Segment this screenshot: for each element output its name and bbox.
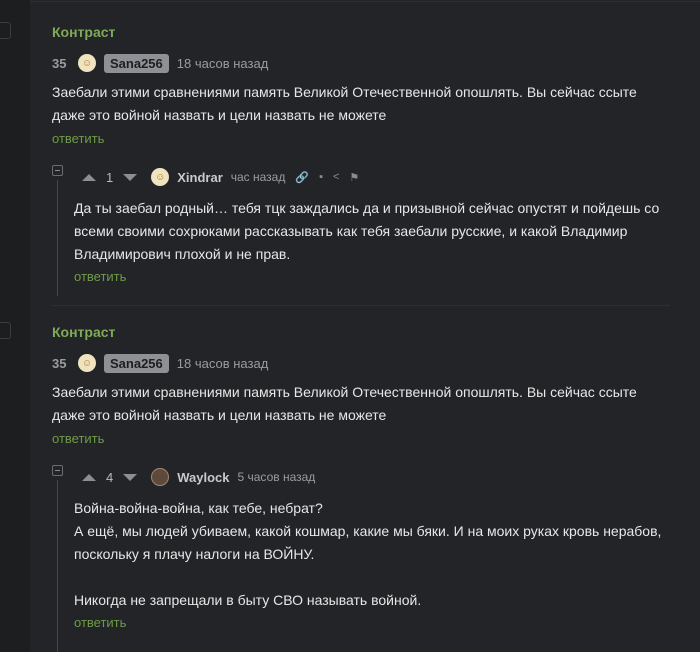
reply-thread: 4 Waylock 5 часов назад Война-война-войн… bbox=[52, 462, 672, 652]
comment-time[interactable]: час назад bbox=[231, 170, 286, 184]
comment-meta: 35 ☺ Sana256 18 часов назад bbox=[52, 52, 268, 74]
author-name[interactable]: Waylock bbox=[177, 470, 229, 485]
collapse-toggle-icon[interactable] bbox=[52, 165, 63, 176]
comments-page: Контраст 35 ☺ Sana256 18 часов назад Зае… bbox=[0, 0, 700, 652]
vote-down-icon[interactable] bbox=[123, 473, 138, 481]
avatar[interactable]: ☺ bbox=[78, 54, 96, 72]
divider bbox=[30, 1, 700, 2]
thread-line[interactable] bbox=[57, 480, 58, 652]
author-name[interactable]: Xindrar bbox=[177, 170, 223, 185]
comment-text: Заебали этими сравнениями память Великой… bbox=[52, 84, 637, 123]
post-title-link[interactable]: Контраст bbox=[52, 24, 115, 40]
vote-count: 1 bbox=[106, 169, 114, 185]
reply-line: Война-война-война, как тебе, небрат? bbox=[74, 500, 323, 516]
reply-button[interactable]: ответить bbox=[74, 615, 126, 630]
reply-text: Война-война-война, как тебе, небрат? А е… bbox=[74, 497, 664, 612]
vote-up-icon[interactable] bbox=[82, 173, 96, 181]
avatar[interactable]: ☺ bbox=[151, 168, 170, 186]
reply-button[interactable]: ответить bbox=[52, 431, 104, 446]
reply-button[interactable]: ответить bbox=[52, 131, 104, 146]
divider bbox=[52, 305, 670, 306]
save-icon[interactable]: ▪ bbox=[319, 171, 323, 183]
collapse-toggle-icon[interactable] bbox=[52, 465, 63, 476]
vote-up-icon[interactable] bbox=[82, 473, 96, 481]
comment-rating: 35 bbox=[52, 355, 67, 371]
gutter-collapse-toggle[interactable] bbox=[0, 22, 11, 39]
comment-time[interactable]: 18 часов назад bbox=[177, 56, 269, 71]
flag-icon[interactable]: ⚑ bbox=[349, 171, 359, 184]
reply-thread: 1 ☺ Xindrar час назад 🔗 ▪ < ⚑ Да ты заеб… bbox=[52, 162, 672, 302]
vote-count: 4 bbox=[106, 469, 114, 485]
vote-down-icon[interactable] bbox=[123, 173, 138, 181]
author-name[interactable]: Sana256 bbox=[104, 53, 169, 73]
link-icon[interactable]: 🔗 bbox=[295, 171, 309, 184]
avatar[interactable]: ☺ bbox=[78, 354, 96, 372]
post-title-link[interactable]: Контраст bbox=[52, 324, 115, 340]
reply-meta: 1 ☺ Xindrar час назад 🔗 ▪ < ⚑ bbox=[82, 167, 359, 187]
thread-line[interactable] bbox=[57, 180, 58, 296]
share-icon[interactable]: < bbox=[333, 171, 339, 183]
avatar[interactable] bbox=[151, 468, 170, 486]
reply-meta: 4 Waylock 5 часов назад bbox=[82, 467, 315, 487]
reply-line: Никогда не запрещали в быту СВО называть… bbox=[74, 592, 422, 608]
comment-time[interactable]: 5 часов назад bbox=[238, 470, 316, 484]
comment-meta: 35 ☺ Sana256 18 часов назад bbox=[52, 352, 268, 374]
gutter-collapse-toggle[interactable] bbox=[0, 322, 11, 339]
comments-column: Контраст 35 ☺ Sana256 18 часов назад Зае… bbox=[30, 0, 700, 652]
comment-text: Заебали этими сравнениями память Великой… bbox=[52, 384, 637, 423]
reply-line: А ещё, мы людей убиваем, какой кошмар, к… bbox=[74, 523, 662, 562]
reply-text: Да ты заебал родный… тебя тцк заждались … bbox=[74, 200, 660, 262]
comment-time[interactable]: 18 часов назад bbox=[177, 356, 269, 371]
reply-button[interactable]: ответить bbox=[74, 269, 126, 284]
author-name[interactable]: Sana256 bbox=[104, 353, 169, 373]
comment-rating: 35 bbox=[52, 55, 67, 71]
left-gutter bbox=[0, 0, 30, 652]
